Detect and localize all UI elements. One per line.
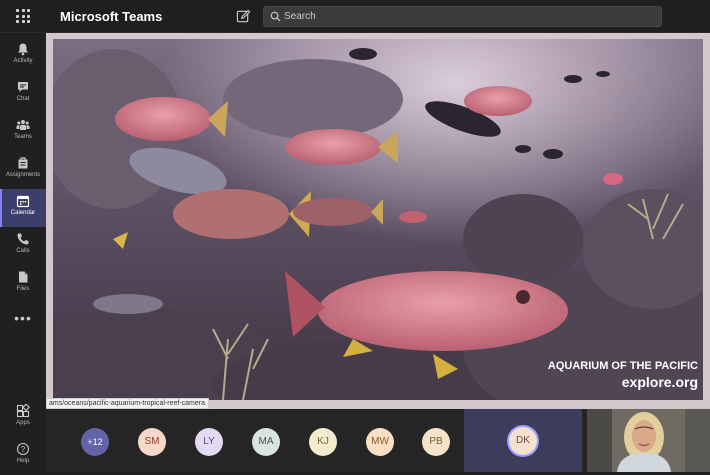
search-input[interactable] xyxy=(284,9,644,24)
teams-icon xyxy=(16,120,30,130)
participant-avatar[interactable]: PB xyxy=(422,428,450,456)
bell-icon xyxy=(18,43,28,56)
rail-label-teams: Teams xyxy=(14,134,32,140)
help-icon: ? xyxy=(16,442,30,456)
chat-icon xyxy=(18,82,28,92)
phone-icon xyxy=(17,233,29,245)
watermark-explore: explore.org xyxy=(622,374,698,390)
rail-item-activity[interactable]: Activity xyxy=(0,37,46,75)
file-icon xyxy=(19,271,28,283)
apps-icon xyxy=(16,404,30,418)
participant-avatar[interactable]: SM xyxy=(138,428,166,456)
rail-label-assignments: Assignments xyxy=(5,172,41,178)
participant-strip: +12 SM LY MA KJ MW PB DK xyxy=(46,409,710,472)
self-video-tile[interactable] xyxy=(587,409,710,472)
app-launcher-icon[interactable] xyxy=(16,9,30,23)
title-bar: Microsoft Teams xyxy=(0,0,710,33)
rail-item-teams[interactable]: Teams xyxy=(0,113,46,151)
participant-avatar[interactable]: MA xyxy=(252,428,280,456)
shared-video[interactable]: AQUARIUM OF THE PACIFIC explore.org xyxy=(53,39,703,400)
app-title: Microsoft Teams xyxy=(60,9,163,24)
rail-label-activity: Activity xyxy=(13,58,33,64)
more-apps-icon[interactable]: ••• xyxy=(0,310,46,326)
rail-item-chat[interactable]: Chat xyxy=(0,75,46,113)
rail-item-help[interactable]: ? Help xyxy=(0,437,46,475)
participant-avatar[interactable]: LY xyxy=(195,428,223,456)
rail-label-apps: Apps xyxy=(16,420,30,426)
rail-item-calendar[interactable]: Calendar xyxy=(0,189,46,227)
rail-label-files: Files xyxy=(16,286,30,292)
rail-label-calls: Calls xyxy=(16,248,30,254)
new-chat-icon[interactable] xyxy=(236,9,251,24)
rail-label-chat: Chat xyxy=(16,96,30,102)
assignments-icon xyxy=(18,157,28,169)
app-rail: Activity Chat Teams Assignments Calendar… xyxy=(0,33,46,472)
watermark-aquarium: AQUARIUM OF THE PACIFIC xyxy=(548,360,698,372)
shared-content-stage: AQUARIUM OF THE PACIFIC explore.org xyxy=(46,33,710,409)
rail-label-calendar: Calendar xyxy=(10,210,36,216)
search-icon xyxy=(270,11,281,22)
rail-item-assignments[interactable]: Assignments xyxy=(0,151,46,189)
rail-item-calls[interactable]: Calls xyxy=(0,227,46,265)
active-speaker-tile[interactable]: DK xyxy=(464,409,582,472)
webcam-image xyxy=(587,409,710,472)
speaker-avatar: DK xyxy=(509,427,537,455)
participant-avatar[interactable]: MW xyxy=(366,428,394,456)
overflow-participants-button[interactable]: +12 xyxy=(81,428,109,456)
link-tooltip: ams/oceans/pacific-aquarium-tropical-ree… xyxy=(46,398,210,409)
svg-text:?: ? xyxy=(21,445,26,454)
reef-scene-image: AQUARIUM OF THE PACIFIC explore.org xyxy=(53,39,703,400)
rail-item-files[interactable]: Files xyxy=(0,265,46,303)
calendar-icon xyxy=(16,195,30,208)
participant-avatar[interactable]: KJ xyxy=(309,428,337,456)
search-box[interactable] xyxy=(263,6,662,27)
rail-item-apps[interactable]: Apps xyxy=(0,399,46,437)
rail-label-help: Help xyxy=(16,458,30,464)
